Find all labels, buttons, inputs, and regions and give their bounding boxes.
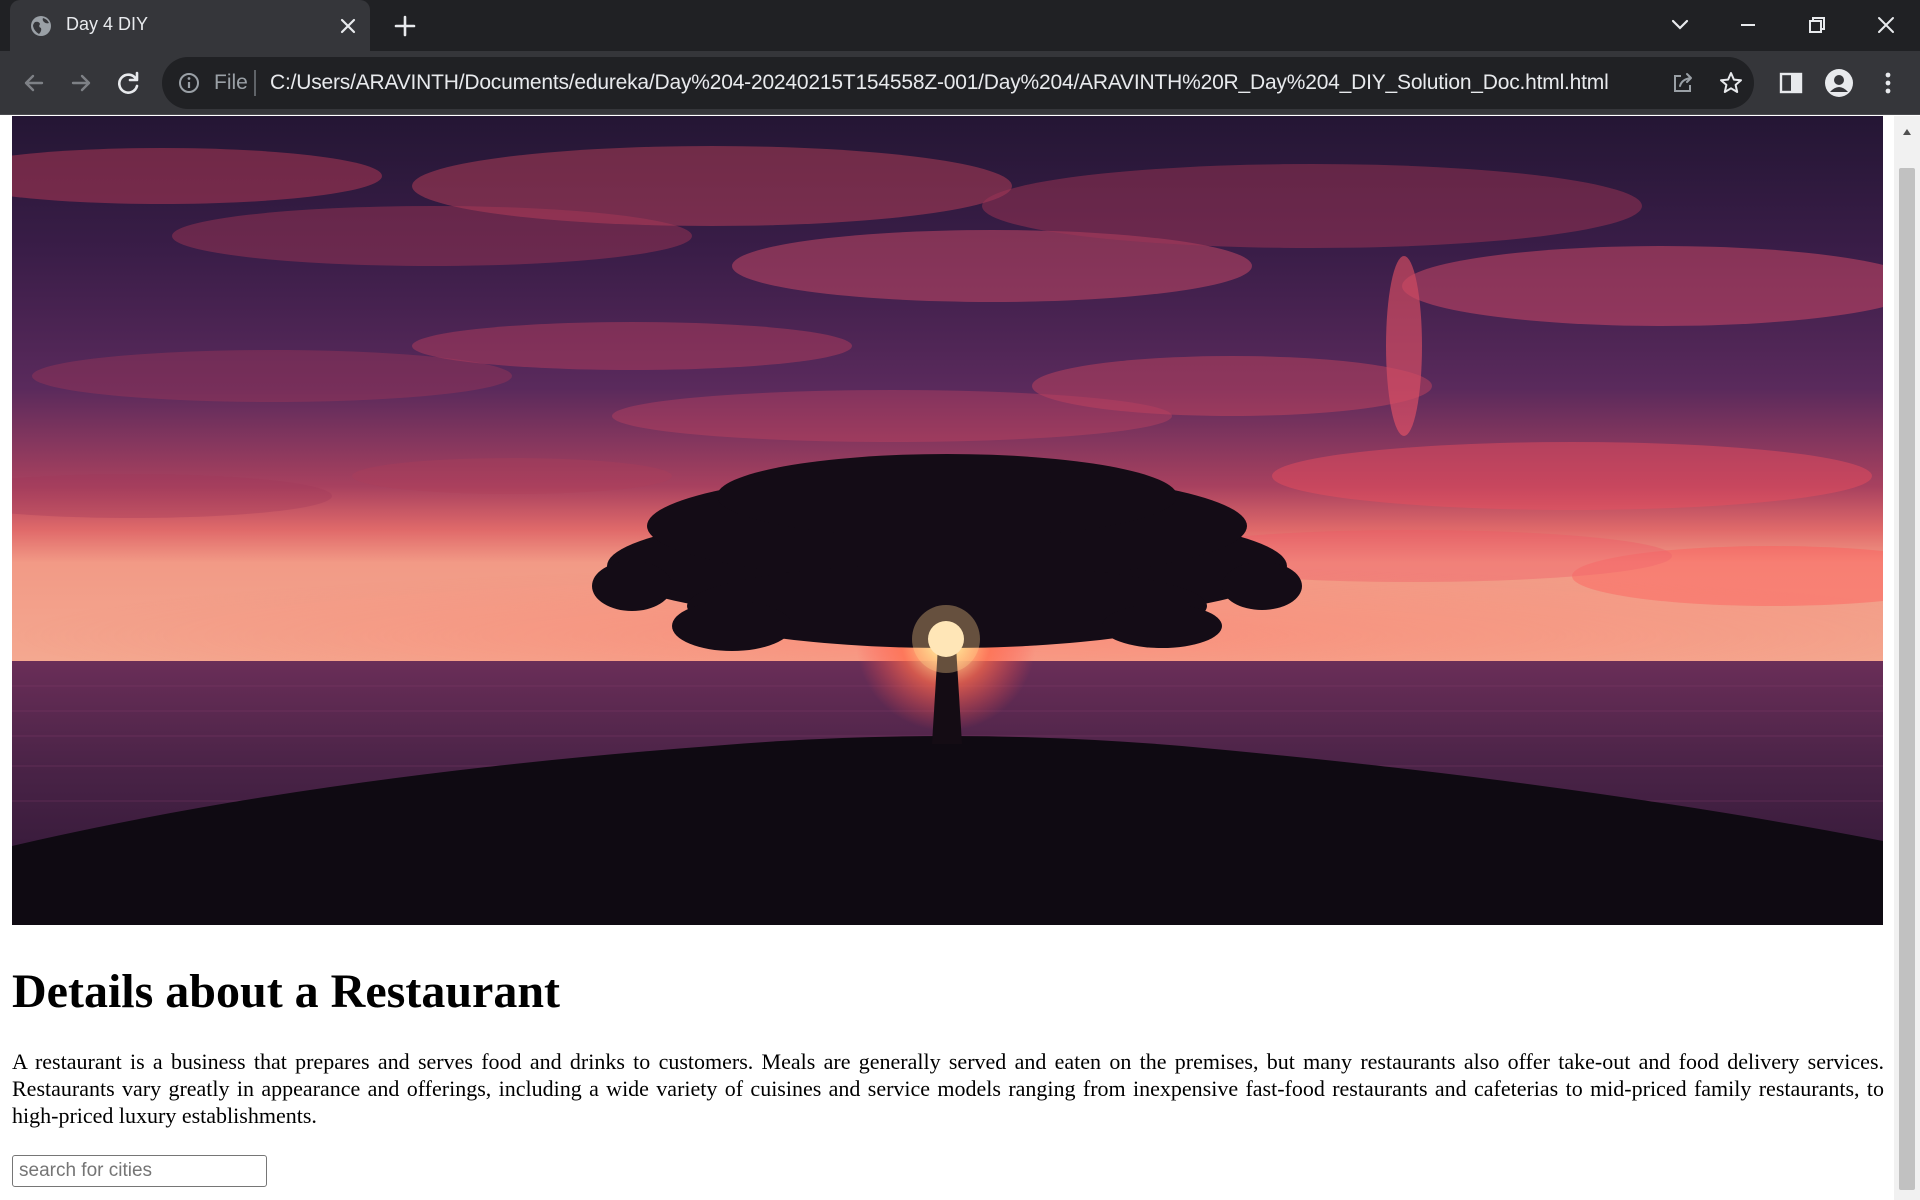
info-icon[interactable] [178,72,200,94]
omnibox-divider [254,70,256,96]
close-icon[interactable] [336,14,360,38]
reload-icon[interactable] [111,65,147,101]
address-bar[interactable]: File C:/Users/ARAVINTH/Documents/edureka… [162,57,1754,109]
globe-icon [30,15,52,37]
side-panel-icon[interactable] [1776,68,1806,98]
forward-arrow-icon[interactable] [63,65,99,101]
close-window-icon[interactable] [1871,10,1901,40]
profile-icon[interactable] [1824,68,1854,98]
browser-toolbar: File C:/Users/ARAVINTH/Documents/edureka… [0,51,1920,115]
tab-title: Day 4 DIY [66,14,149,34]
star-icon[interactable] [1718,70,1744,96]
back-arrow-icon[interactable] [16,65,52,101]
plus-icon[interactable] [392,13,418,39]
page-viewport: Details about a Restaurant A restaurant … [0,116,1920,1200]
search-input[interactable] [12,1155,267,1187]
scroll-up-arrow-icon[interactable] [1902,124,1912,135]
security-label: File [214,71,248,94]
hero-image [12,116,1883,925]
kebab-menu-icon[interactable] [1873,68,1903,98]
browser-tab[interactable]: Day 4 DIY [10,0,370,51]
restaurant-description: A restaurant is a business that prepares… [12,1049,1884,1128]
minimize-icon[interactable] [1733,10,1763,40]
tab-strip: Day 4 DIY [0,0,1920,51]
chevron-down-icon[interactable] [1665,10,1695,40]
url-text[interactable]: C:/Users/ARAVINTH/Documents/edureka/Day%… [270,71,1609,95]
scrollbar[interactable] [1894,116,1920,1200]
page-title: Details about a Restaurant [12,965,560,1018]
scroll-thumb[interactable] [1899,168,1915,1190]
share-icon[interactable] [1670,70,1696,96]
restore-icon[interactable] [1802,10,1832,40]
